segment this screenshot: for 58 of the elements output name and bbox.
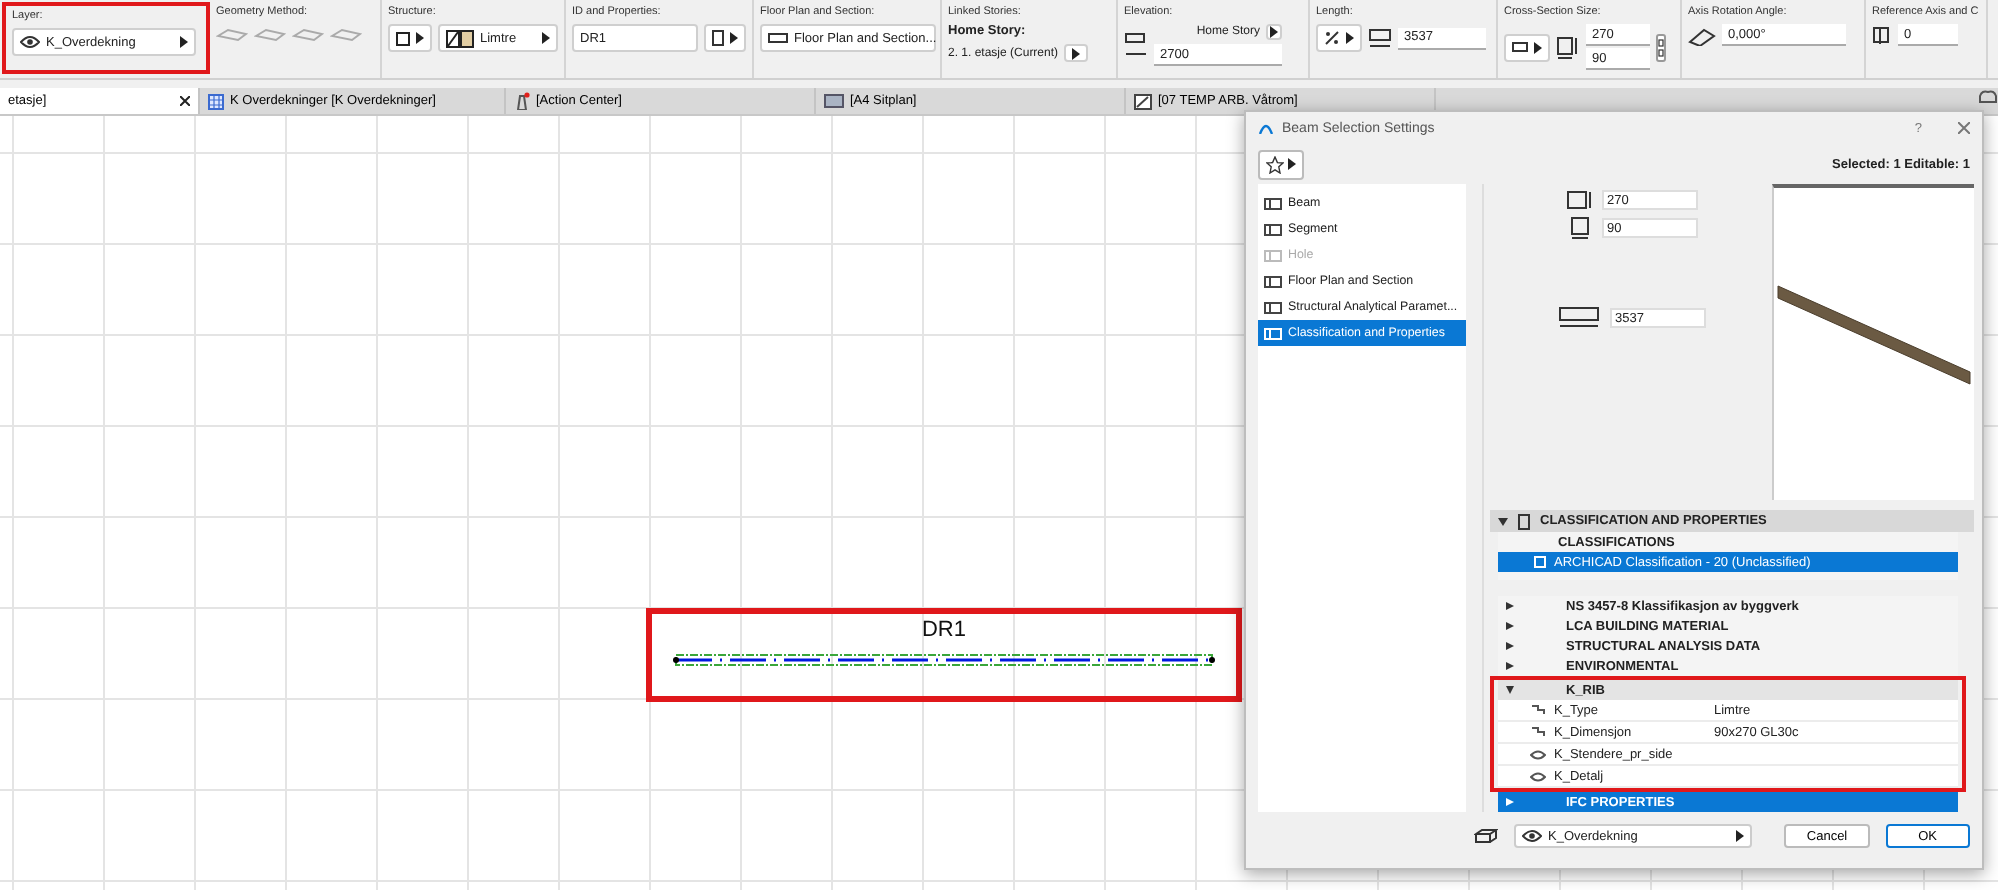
caret-icon xyxy=(1736,830,1745,842)
caret-icon xyxy=(180,36,188,48)
close-icon[interactable] xyxy=(180,96,190,106)
eye-icon xyxy=(20,36,40,48)
panel-icon xyxy=(1264,247,1282,263)
panel-icon xyxy=(1264,221,1282,237)
properties-button[interactable] xyxy=(704,24,746,52)
book-icon xyxy=(1518,513,1530,529)
favorites-button[interactable] xyxy=(1258,149,1304,179)
panel-icon xyxy=(1264,299,1282,315)
triangle-down-icon[interactable] xyxy=(1506,686,1514,694)
length-icon xyxy=(1368,28,1392,48)
percent-icon xyxy=(1324,30,1340,46)
profile-shape-button[interactable] xyxy=(1504,33,1550,61)
drawing-icon xyxy=(1134,93,1152,109)
caret-icon xyxy=(730,32,738,44)
caret-icon xyxy=(1346,32,1354,44)
elevation-icon xyxy=(1124,31,1148,59)
eye-icon xyxy=(1522,830,1542,842)
caret-icon xyxy=(1270,26,1278,38)
reference-axis-icon xyxy=(1872,25,1892,45)
panel-icon xyxy=(1264,273,1282,289)
chain-link-icon[interactable] xyxy=(1656,33,1666,61)
panel-icon xyxy=(1264,195,1282,211)
cloud-icon[interactable] xyxy=(1978,88,1998,104)
story-button[interactable] xyxy=(1064,44,1089,62)
beam-plan-icon xyxy=(768,32,788,44)
panel-icon xyxy=(1264,325,1282,341)
cross-section-icon xyxy=(1556,35,1580,59)
height-icon xyxy=(1565,190,1593,210)
structure-type-dropdown[interactable] xyxy=(388,24,432,52)
length-mode-button[interactable] xyxy=(1316,24,1362,52)
caret-icon xyxy=(542,32,550,44)
triangle-right-icon[interactable] xyxy=(1506,602,1514,610)
rectangle-icon xyxy=(1512,42,1528,52)
caret-icon xyxy=(1288,158,1296,170)
layer-icon xyxy=(1474,828,1498,844)
triangle-right-icon[interactable] xyxy=(1506,662,1514,670)
width-icon xyxy=(1565,216,1593,240)
caret-icon xyxy=(416,32,424,44)
caret-icon xyxy=(1534,41,1542,53)
layout-sheet-icon xyxy=(824,94,844,108)
material-swatch-icon xyxy=(446,29,474,47)
archicad-logo-icon xyxy=(1258,122,1274,134)
length-icon xyxy=(1557,306,1601,330)
reference-button[interactable] xyxy=(1266,24,1282,40)
triangle-down-icon xyxy=(1498,517,1508,525)
checkbox-icon xyxy=(1534,556,1546,568)
rotation-icon xyxy=(1688,25,1716,45)
beam-id-label: DR1 xyxy=(921,618,966,642)
triangle-right-icon[interactable] xyxy=(1506,622,1514,630)
grid-table-icon xyxy=(208,93,224,109)
square-icon xyxy=(396,31,410,45)
caret-icon xyxy=(1072,47,1081,59)
document-icon xyxy=(712,30,724,46)
triangle-right-icon[interactable] xyxy=(1506,642,1514,650)
star-icon xyxy=(1266,155,1284,173)
tower-alert-icon xyxy=(514,92,530,110)
